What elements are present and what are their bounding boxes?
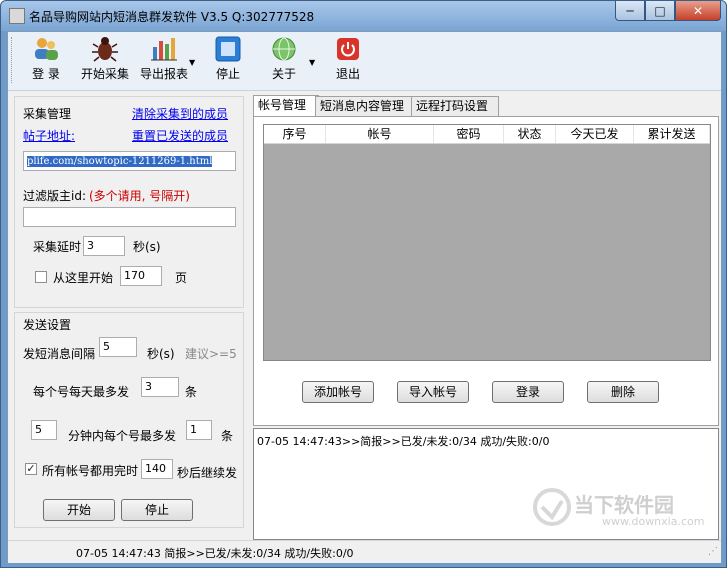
app-icon — [9, 8, 25, 24]
col-index[interactable]: 序号 — [264, 125, 326, 143]
from-here-checkbox[interactable] — [35, 271, 47, 283]
post-url-value: plife.com/showtopic-1211269-1.html — [27, 156, 213, 167]
send-interval-label: 发短消息间隔 — [23, 347, 96, 361]
status-text: 07-05 14:47:43 简报>>已发/未发:0/34 成功/失败:0/0 — [76, 547, 354, 560]
post-url-input[interactable]: plife.com/showtopic-1211269-1.html — [23, 151, 236, 171]
collect-delay-input[interactable]: 3 — [83, 236, 125, 256]
status-bar: 07-05 14:47:43 简报>>已发/未发:0/34 成功/失败:0/0 … — [8, 540, 721, 563]
daily-max-label: 每个号每天最多发 — [33, 385, 130, 399]
stop-send-button[interactable]: 停止 — [121, 499, 193, 521]
continue-label: 所有帐号都用完时 — [42, 464, 139, 478]
minutes-input[interactable]: 5 — [31, 420, 57, 440]
about-label: 关于 — [271, 67, 296, 81]
export-dropdown-arrow-icon[interactable]: ▼ — [189, 58, 195, 67]
continue-checkbox[interactable]: ✓ — [25, 463, 37, 475]
globe-icon — [270, 35, 298, 63]
bar-chart-icon — [150, 35, 178, 63]
from-here-label: 从这里开始 — [53, 271, 114, 285]
send-interval-unit: 秒(s) — [147, 347, 175, 361]
window-title: 名品导购网站内短消息群发软件 V3.5 Q:302777528 — [29, 10, 315, 24]
stop-square-icon — [214, 35, 242, 63]
per-minutes-unit: 条 — [221, 429, 234, 443]
power-icon — [334, 35, 362, 63]
col-password[interactable]: 密码 — [434, 125, 504, 143]
start-collect-toolbar-button[interactable]: 开始采集 — [78, 35, 132, 87]
tab-account-management[interactable]: 帐号管理 — [253, 95, 319, 117]
filter-label: 过滤版主id: — [23, 189, 86, 203]
about-dropdown-arrow-icon[interactable]: ▼ — [309, 58, 315, 67]
col-account[interactable]: 帐号 — [326, 125, 434, 143]
post-url-label: 帖子地址: — [23, 129, 76, 143]
start-send-button[interactable]: 开始 — [43, 499, 115, 521]
collect-panel: 采集管理 清除采集到的成员 帖子地址: 重置已发送的成员 plife.com/s… — [14, 96, 244, 308]
start-collect-label: 开始采集 — [80, 67, 129, 81]
send-interval-input[interactable]: 5 — [99, 337, 137, 357]
title-bar[interactable]: 名品导购网站内短消息群发软件 V3.5 Q:302777528 ─ □ ✕ — [1, 1, 726, 31]
col-today-sent[interactable]: 今天已发 — [556, 125, 634, 143]
exit-toolbar-button[interactable]: 退出 — [328, 35, 368, 87]
login-account-button[interactable]: 登录 — [492, 381, 564, 403]
accounts-list-header: 序号 帐号 密码 状态 今天已发 累计发送 — [264, 125, 710, 144]
daily-max-input[interactable]: 3 — [141, 377, 179, 397]
export-report-label: 导出报表 — [139, 67, 188, 81]
bug-icon — [91, 35, 119, 63]
send-panel: 发送设置 发短消息间隔 5 秒(s) 建议>=5 每个号每天最多发 3 条 5 … — [14, 312, 244, 528]
daily-max-unit: 条 — [185, 385, 198, 399]
reset-sent-link[interactable]: 重置已发送的成员 — [132, 127, 228, 144]
add-account-button[interactable]: 添加帐号 — [302, 381, 374, 403]
main-window: 名品导购网站内短消息群发软件 V3.5 Q:302777528 ─ □ ✕ 登 — [0, 0, 727, 568]
log-textbox[interactable]: 07-05 14:47:43>>简报>>已发/未发:0/34 成功/失败:0/0… — [253, 428, 719, 540]
clear-collected-link[interactable]: 清除采集到的成员 — [132, 105, 228, 122]
collect-delay-unit: 秒(s) — [133, 240, 161, 254]
about-toolbar-button[interactable]: 关于 — [264, 35, 304, 87]
delete-account-button[interactable]: 删除 — [587, 381, 659, 403]
tab-remote-captcha[interactable]: 远程打码设置 — [411, 96, 499, 116]
continue-seconds-input[interactable]: 140 — [141, 459, 173, 479]
collect-delay-label: 采集延时 — [33, 240, 82, 254]
export-report-toolbar-button[interactable]: 导出报表 — [136, 35, 192, 87]
caption-buttons: ─ □ ✕ — [615, 1, 721, 21]
account-tab-page: 序号 帐号 密码 状态 今天已发 累计发送 添加帐号 导入帐号 登录 删除 — [253, 116, 719, 426]
minimize-button[interactable]: ─ — [615, 1, 645, 21]
login-toolbar-button[interactable]: 登 录 — [24, 35, 68, 87]
watermark-url: www.downxia.com — [602, 515, 705, 528]
per-minutes-max-input[interactable]: 1 — [186, 420, 212, 440]
col-status[interactable]: 状态 — [504, 125, 556, 143]
tab-message-content[interactable]: 短消息内容管理 — [315, 96, 413, 116]
accounts-listview[interactable]: 序号 帐号 密码 状态 今天已发 累计发送 — [263, 124, 711, 361]
filter-hint: (多个请用, 号隔开) — [89, 189, 190, 203]
send-interval-hint: 建议>=5 — [185, 347, 237, 361]
toolbar: 登 录 开始采集 导出报表 ▼ 停止 关于 ▼ 退出 — [8, 32, 721, 91]
users-icon — [32, 35, 60, 63]
start-page-unit: 页 — [175, 271, 188, 285]
resize-grip-icon[interactable]: ⋰ — [708, 546, 718, 557]
exit-label: 退出 — [335, 67, 360, 81]
col-total-sent[interactable]: 累计发送 — [634, 125, 710, 143]
close-button[interactable]: ✕ — [675, 1, 721, 21]
toolbar-grip[interactable] — [11, 37, 15, 83]
per-minutes-label: 分钟内每个号最多发 — [68, 429, 177, 443]
continue-unit: 秒后继续发 — [177, 466, 238, 480]
login-label: 登 录 — [32, 67, 60, 81]
watermark-logo — [532, 487, 572, 530]
collect-title: 采集管理 — [23, 107, 72, 121]
maximize-button[interactable]: □ — [645, 1, 675, 21]
start-page-input[interactable]: 170 — [120, 266, 162, 286]
watermark-brand: 当下软件园 — [574, 493, 674, 517]
import-account-button[interactable]: 导入帐号 — [397, 381, 469, 403]
filter-input[interactable] — [23, 207, 236, 227]
stop-toolbar-button[interactable]: 停止 — [208, 35, 248, 87]
send-title: 发送设置 — [23, 318, 72, 332]
log-line: 07-05 14:47:43>>简报>>已发/未发:0/34 成功/失败:0/0 — [257, 435, 550, 448]
stop-label: 停止 — [215, 67, 240, 81]
client-area: 登 录 开始采集 导出报表 ▼ 停止 关于 ▼ 退出 采集管理 清除采集到的成员… — [7, 31, 722, 563]
